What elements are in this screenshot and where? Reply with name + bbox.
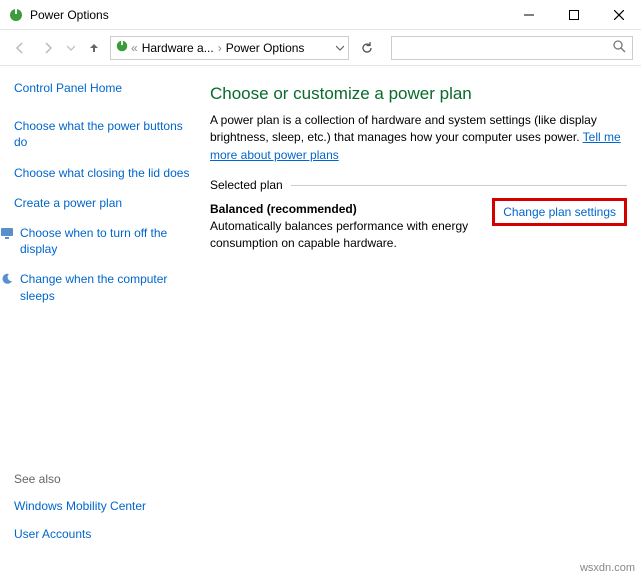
content-area: Control Panel Home Choose what the power…	[0, 66, 641, 560]
sidebar-link-closing-lid[interactable]: Choose what closing the lid does	[14, 165, 190, 181]
display-icon	[0, 226, 14, 240]
address-bar[interactable]: « Hardware a... › Power Options	[110, 36, 349, 60]
sidebar-link-create-plan[interactable]: Create a power plan	[14, 195, 190, 211]
breadcrumb-level2[interactable]: Power Options	[224, 41, 307, 55]
sidebar: Control Panel Home Choose what the power…	[0, 66, 200, 560]
plan-row: Balanced (recommended) Automatically bal…	[210, 202, 627, 252]
titlebar: Power Options	[0, 0, 641, 30]
selected-plan-label: Selected plan	[210, 178, 283, 192]
main-panel: Choose or customize a power plan A power…	[200, 66, 641, 560]
page-description: A power plan is a collection of hardware…	[210, 112, 627, 164]
sidebar-link-turn-off-display[interactable]: Choose when to turn off the display	[20, 225, 190, 257]
sleep-icon	[0, 272, 14, 286]
description-text: A power plan is a collection of hardware…	[210, 113, 597, 144]
recent-dropdown[interactable]	[64, 36, 78, 60]
up-button[interactable]	[82, 36, 106, 60]
plan-info: Balanced (recommended) Automatically bal…	[210, 202, 482, 252]
sidebar-link-power-buttons[interactable]: Choose what the power buttons do	[14, 118, 190, 150]
minimize-button[interactable]	[506, 0, 551, 29]
change-plan-settings-link[interactable]: Change plan settings	[492, 198, 627, 226]
divider	[291, 185, 627, 186]
maximize-button[interactable]	[551, 0, 596, 29]
page-heading: Choose or customize a power plan	[210, 84, 627, 104]
selected-plan-section: Selected plan	[210, 178, 627, 192]
chevron-right-icon[interactable]: ›	[218, 41, 222, 55]
address-dropdown-icon[interactable]	[336, 41, 344, 55]
watermark: wsxdn.com	[580, 562, 635, 574]
refresh-button[interactable]	[355, 36, 379, 60]
back-button[interactable]	[8, 36, 32, 60]
forward-button[interactable]	[36, 36, 60, 60]
control-panel-home-link[interactable]: Control Panel Home	[14, 80, 190, 96]
power-options-icon	[115, 39, 129, 56]
plan-description: Automatically balances performance with …	[210, 218, 482, 252]
search-input[interactable]	[391, 36, 634, 60]
window-title: Power Options	[30, 8, 109, 22]
search-icon	[613, 40, 626, 56]
sidebar-link-computer-sleeps[interactable]: Change when the computer sleeps	[20, 271, 190, 303]
breadcrumb-prefix-icon: «	[131, 41, 138, 55]
seealso-link-user-accounts[interactable]: User Accounts	[14, 526, 146, 542]
power-options-icon	[8, 7, 24, 23]
see-also-label: See also	[14, 472, 146, 486]
navigation-bar: « Hardware a... › Power Options	[0, 30, 641, 66]
see-also-section: See also Windows Mobility Center User Ac…	[14, 472, 146, 554]
window-controls	[506, 0, 641, 29]
seealso-link-mobility-center[interactable]: Windows Mobility Center	[14, 498, 146, 514]
close-button[interactable]	[596, 0, 641, 29]
breadcrumb-level1[interactable]: Hardware a...	[140, 41, 216, 55]
plan-title: Balanced (recommended)	[210, 202, 482, 216]
